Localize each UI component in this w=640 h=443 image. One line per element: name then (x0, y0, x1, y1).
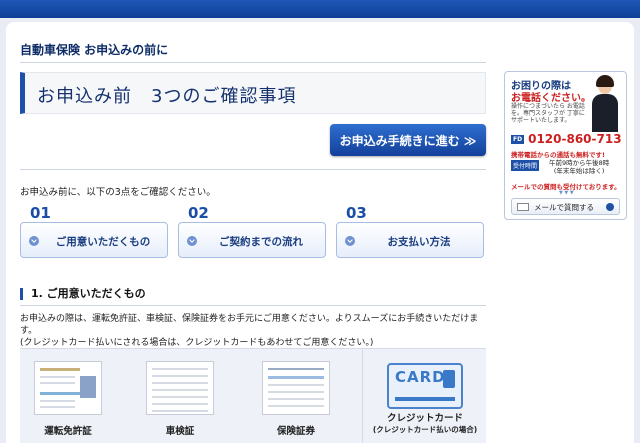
divider (20, 62, 486, 63)
envelope-icon (517, 203, 529, 211)
doc-label: クレジットカード (クレジットカード払いの場合) (363, 413, 487, 435)
doc-credit-card: CARD クレジットカード (クレジットカード払いの場合) (362, 349, 486, 443)
step-box: お支払い方法 (336, 222, 484, 258)
doc-label: 保険証券 (276, 426, 315, 437)
support-heading-call: お電話ください。 (511, 93, 591, 104)
doc-label-sub: (クレジットカード払いの場合) (372, 425, 478, 434)
mail-question-button[interactable]: メールで質問する (511, 198, 620, 215)
step-label: ご用意いただくもの (55, 236, 151, 248)
phone-text: 0120-860-713 (528, 132, 622, 146)
divider (20, 169, 486, 170)
step-number: 03 (340, 204, 373, 222)
vehicle-inspection-image (146, 361, 214, 415)
page-title-box: お申込み前 3つのご確認事項 (20, 72, 486, 114)
chevron-down-icon (345, 236, 355, 246)
drivers-license-image (34, 361, 102, 415)
intro-text: お申込み前に、以下の3点をご確認ください。 (20, 187, 216, 198)
freedial-icon: FD (511, 135, 525, 144)
business-hours: 午前9時から午後8時 (年末年始は除く) (549, 159, 609, 175)
doc-vehicle-inspection: 車検証 (132, 349, 228, 443)
chevron-down-icon (29, 236, 39, 246)
page-title: お申込み前 3つのご確認事項 (37, 86, 297, 107)
doc-label: 運転免許証 (44, 426, 92, 437)
step-01-button[interactable]: 01 ご用意いただくもの (20, 204, 168, 258)
support-description: 操作につまづいたら お電話を。専門スタッフが 丁寧にサポートいたします。 (511, 103, 585, 124)
section-heading: 1. ご用意いただくもの (20, 288, 146, 300)
doc-label-main: クレジットカード (386, 413, 463, 424)
description-line: お申込みの際は、運転免許証、車検証、保険証券をお手元にご用意ください。よりスムー… (20, 314, 479, 336)
step-number: 01 (24, 204, 57, 222)
insurance-certificate-image (262, 361, 330, 415)
step-label: お支払い方法 (387, 236, 451, 248)
hours-line: (年末年始は除く) (553, 167, 605, 175)
support-sidebar: お困りの際は お電話ください。 操作につまづいたら お電話を。専門スタッフが 丁… (504, 71, 627, 220)
step-02-button[interactable]: 02 ご契約までの流れ (178, 204, 326, 258)
required-documents-panel: 運転免許証 車検証 保険証券 CARD クレジットカード (クレジットカード払い… (20, 348, 486, 443)
step-number: 02 (182, 204, 215, 222)
operator-avatar (588, 74, 622, 132)
doc-label: 車検証 (165, 426, 195, 437)
free-call-note: 携帯電話からの通話も無料です! (511, 151, 605, 159)
top-bar (0, 0, 640, 18)
card-text: CARD (395, 368, 446, 386)
divider (20, 305, 486, 306)
section-description: お申込みの際は、運転免許証、車検証、保険証券をお手元にご用意ください。よりスムー… (20, 313, 490, 349)
step-label: ご契約までの流れ (219, 236, 303, 248)
step-box: ご用意いただくもの (20, 222, 168, 258)
step-03-button[interactable]: 03 お支払い方法 (336, 204, 484, 258)
doc-drivers-license: 運転免許証 (20, 349, 116, 443)
hours-line: 午前9時から午後8時 (549, 159, 610, 167)
step-box: ご契約までの流れ (178, 222, 326, 258)
credit-card-icon: CARD (387, 363, 463, 409)
mail-button-label: メールで質問する (534, 203, 594, 212)
phone-number[interactable]: FD 0120-860-713 (511, 132, 622, 146)
breadcrumb: 自動車保険 お申込みの前に (20, 43, 169, 57)
proceed-to-application-button[interactable]: お申込み手続きに進む ≫ (330, 124, 486, 156)
arrow-right-icon (606, 203, 614, 211)
hours-badge: 受付時間 (511, 160, 540, 171)
arrow-down-icon: ▼ ▼ ▼ (559, 190, 574, 196)
chevron-down-icon (187, 236, 197, 246)
doc-insurance-certificate: 保険証券 (248, 349, 344, 443)
